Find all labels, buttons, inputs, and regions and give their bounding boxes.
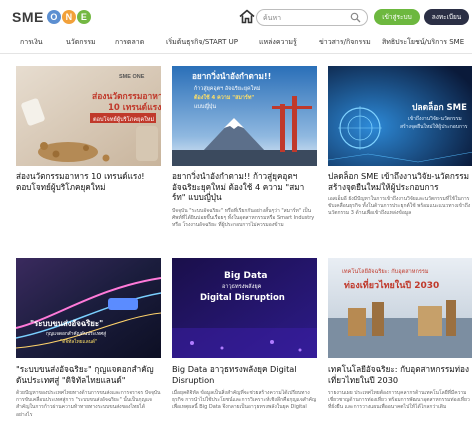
site-header: SME O N E เข้าสู่ระบบ ลงทะเบียน [0,0,472,34]
site-logo[interactable]: SME O N E [12,7,92,27]
logo-letter-e: E [76,10,91,24]
article-thumbnail-3[interactable]: ปลดล็อก SME เข้าถึงงานวิจัย-นวัตกรรม สร้… [328,66,472,166]
article-excerpt-3: เอสเอ็มอี ยังมีปัญหาในการเข้าถึงงานวิจัย… [328,196,471,217]
thumb-6-headline-1: เทคโนโลยีอัจฉริยะ: กับอุตสาหกรรม [342,267,429,275]
logo-letter-n: N [61,10,76,24]
logo-letter-o: O [46,10,61,24]
article-title-2[interactable]: อยากวิ่งนำอังกำตาม!! ก้าวสู่ยุคอุตฯ อัจฉ… [172,171,317,203]
nav-item-startup[interactable]: เริ่มต้นธุรกิจ/START UP [166,37,238,48]
logo-text: SME [12,9,44,25]
thumb-2-headline-3: ต้องใช้ 4 ความ "สมาร์ท" [194,93,254,101]
search-box[interactable] [256,9,368,26]
thumb-2-headline-1: อยากวิ่งนำอังกำตาม!! [192,70,271,81]
thumb-4-headline-1: "ระบบขนส่งอัจฉริยะ" [30,319,103,328]
thumb-3-headline-3: สร้างจุดยืนใหม่ให้ผู้ประกอบการ [400,123,468,130]
article-card-1[interactable]: ส่องนวัตกรรมอาหาร 10 เทรนด์แรง! ตอบโจทย์… [16,66,161,192]
thumb-5-headline-3: Digital Disruption [200,293,285,303]
login-button[interactable]: เข้าสู่ระบบ [374,9,420,25]
article-title-4[interactable]: "ระบบขนส่งอัจฉริยะ" กุญแจดอกสำคัญดันประเ… [16,364,161,385]
article-excerpt-6: รายงานเผย ประเทศไทยต้องการบุคลากรด้านเทค… [328,390,470,411]
nav-item-knowledge[interactable]: แหล่งความรู้ [259,37,297,48]
thumb-4-headline-2: กุญแจดอกสำคัญดันประเทศสู่ [46,331,106,337]
article-thumbnail-4[interactable]: "ระบบขนส่งอัจฉริยะ" กุญแจดอกสำคัญดันประเ… [16,258,161,358]
nav-item-news[interactable]: ข่าวสาร/กิจกรรม [319,37,371,48]
register-button[interactable]: ลงทะเบียน [424,9,469,25]
article-title-5[interactable]: Big Data อาวุธทรงพลังยุค Digital Disrupt… [172,364,317,385]
article-excerpt-4: ด้วยปัญหาของประเทศไทยทางด้านการขนส่งและก… [16,390,161,418]
search-icon[interactable] [350,12,361,23]
article-title-3[interactable]: ปลดล็อก SME เข้าถึงงานวิจัย-นวัตกรรม สร้… [328,171,472,192]
thumb-3-headline-2: เข้าถึงงานวิจัย-นวัตกรรม [408,115,462,122]
article-title-6[interactable]: เทคโนโลยีอัจฉริยะ: กับอุตสาหกรรมท่องเที่… [328,364,472,385]
article-thumbnail-2[interactable]: อยากวิ่งนำอังกำตาม!! ก้าวสู่ยุคอุตฯ อัจฉ… [172,66,317,166]
article-excerpt-5: เมื่อยุคดิจิทัล ข้อมูลเป็นสิ่งสำคัญที่จะ… [172,390,317,411]
thumb-2-headline-4: แบบญี่ปุ่น [194,102,216,110]
thumb-4-headline-3: "ดิจิทัลไทยแลนด์" [60,338,97,345]
article-title-1[interactable]: ส่องนวัตกรรมอาหาร 10 เทรนด์แรง! ตอบโจทย์… [16,171,161,192]
article-thumbnail-1[interactable]: ส่องนวัตกรรมอาหาร 10 เทรนด์แรง! ตอบโจทย์… [16,66,161,166]
nav-item-marketing[interactable]: การตลาด [115,37,144,48]
main-nav: การเงิน นวัตกรรม การตลาด เริ่มต้นธุรกิจ/… [0,34,472,52]
home-icon[interactable] [239,9,255,24]
thumb-1-logo: SME ONE [119,74,145,80]
article-excerpt-2: ปัจจุบัน "ระบบอัจฉริยะ" หรือที่เรียกกันอ… [172,208,315,229]
thumb-5-headline-2: อาวุธทรงพลังยุค [222,283,262,290]
thumb-5-headline-1: Big Data [224,271,267,281]
thumb-1-headline-1: ส่องนวัตกรรมอาหาร [92,91,161,102]
nav-divider [0,53,472,54]
nav-item-finance[interactable]: การเงิน [20,37,43,48]
thumb-1-headline-2: 10 เทรนด์แรง! [108,102,161,113]
search-input[interactable] [263,11,347,24]
thumb-1-headline-3: ตอบโจทย์ผู้บริโภคยุคใหม่ [93,115,154,123]
article-thumbnail-5[interactable]: Big Data อาวุธทรงพลังยุค Digital Disrupt… [172,258,317,358]
nav-item-benefits[interactable]: สิทธิประโยชน์/บริการ SME [382,37,464,48]
article-thumbnail-6[interactable]: เทคโนโลยีอัจฉริยะ: กับอุตสาหกรรม ท่องเที… [328,258,472,358]
thumb-2-headline-2: ก้าวสู่ยุคอุตฯ อัจฉริยะยุคใหม่ [194,84,261,92]
nav-item-innovation[interactable]: นวัตกรรม [66,37,96,48]
